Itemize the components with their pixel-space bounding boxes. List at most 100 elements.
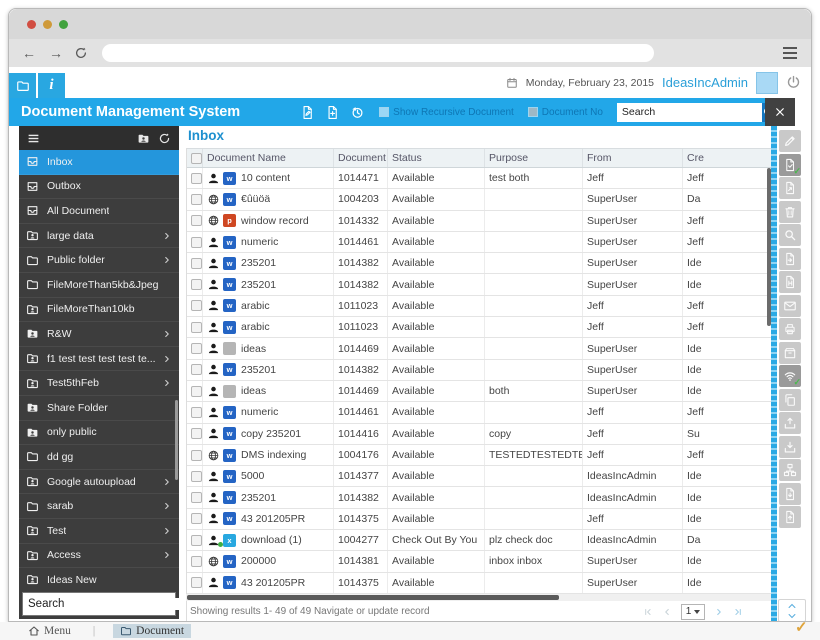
table-row[interactable]: w 235201 1014382 Available SuperUser Ide bbox=[187, 359, 771, 381]
col-status[interactable]: Status bbox=[388, 149, 485, 167]
import-document-button[interactable] bbox=[779, 506, 801, 528]
sidebar-item-google-autoupload[interactable]: Google autoupload bbox=[19, 470, 179, 495]
row-checkbox[interactable] bbox=[191, 449, 202, 461]
sidebar-item-r-w[interactable]: R&W bbox=[19, 322, 179, 347]
table-row[interactable]: w DMS indexing 1004176 Available TESTEDTESTE… bbox=[187, 444, 771, 467]
table-row[interactable]: w 200000 1014381 Available inbox inbox SuperU… bbox=[187, 551, 771, 573]
publish-document-button[interactable]: ✓ bbox=[779, 365, 801, 387]
upload-document-button[interactable] bbox=[779, 412, 801, 434]
delete-document-button[interactable] bbox=[779, 200, 801, 223]
row-checkbox[interactable] bbox=[191, 385, 202, 397]
table-row[interactable]: p window record 1014332 Available SuperUser J… bbox=[187, 210, 771, 232]
taskbar-document[interactable]: Document bbox=[113, 624, 192, 638]
row-checkbox[interactable] bbox=[191, 534, 202, 546]
forward-document-button[interactable] bbox=[779, 177, 801, 199]
table-row[interactable]: w 43 201205PR 1014375 Available Jeff Ide bbox=[187, 508, 771, 531]
table-row[interactable]: w arabic 1011023 Available Jeff Jeff bbox=[187, 295, 771, 318]
row-checkbox[interactable] bbox=[191, 492, 202, 504]
sidebar-item-sarab[interactable]: sarab bbox=[19, 494, 179, 519]
sidebar-item-f1-test-test-test-test-te[interactable]: f1 test test test test te... bbox=[19, 347, 179, 372]
sidebar-item-filemorethan5kb-jpeg[interactable]: FileMoreThan5kb&Jpeg bbox=[19, 273, 179, 298]
col-created[interactable]: Cre bbox=[683, 149, 771, 167]
checkbox-icon[interactable] bbox=[379, 107, 390, 117]
shared-folder-icon[interactable] bbox=[137, 132, 150, 145]
download-document-button[interactable] bbox=[779, 435, 801, 458]
print-document-button[interactable] bbox=[779, 318, 801, 340]
table-row[interactable]: w copy 235201 1014416 Available copy Jeff Su bbox=[187, 423, 771, 445]
row-checkbox[interactable] bbox=[191, 193, 202, 205]
workflow-button[interactable] bbox=[779, 459, 801, 481]
document-properties-button[interactable] bbox=[779, 271, 801, 293]
sidebar-item-large-data[interactable]: large data bbox=[19, 224, 179, 249]
sidebar-item-access[interactable]: Access bbox=[19, 544, 179, 569]
power-icon[interactable] bbox=[786, 75, 801, 90]
row-checkbox[interactable] bbox=[191, 406, 202, 418]
row-checkbox[interactable] bbox=[191, 236, 202, 248]
history-icon[interactable] bbox=[350, 105, 365, 120]
row-checkbox[interactable] bbox=[191, 215, 202, 227]
add-document-icon[interactable] bbox=[325, 105, 340, 120]
prev-page-icon[interactable] bbox=[662, 607, 672, 617]
sidebar-item-all-document[interactable]: All Document bbox=[19, 199, 179, 224]
export-document-button[interactable] bbox=[779, 482, 801, 505]
sidebar-item-test[interactable]: Test bbox=[19, 519, 179, 544]
panel-scrollbar-strip[interactable] bbox=[771, 126, 777, 621]
row-checkbox[interactable] bbox=[191, 470, 202, 482]
browser-menu-icon[interactable] bbox=[783, 47, 797, 59]
sidebar-item-filemorethan10kb[interactable]: FileMoreThan10kb bbox=[19, 298, 179, 323]
collapse-menu-icon[interactable] bbox=[27, 132, 40, 145]
reload-icon[interactable] bbox=[74, 46, 88, 60]
table-row[interactable]: w €ûüöä 1004203 Available SuperUser Da bbox=[187, 189, 771, 211]
row-checkbox[interactable] bbox=[191, 257, 202, 269]
avatar[interactable] bbox=[756, 71, 778, 94]
edit-document-button[interactable] bbox=[779, 130, 801, 152]
col-document-no[interactable]: Document No bbox=[334, 149, 388, 167]
row-checkbox[interactable] bbox=[191, 428, 202, 440]
refresh-icon[interactable] bbox=[158, 132, 171, 145]
back-button[interactable]: ← bbox=[22, 46, 36, 60]
logged-in-user[interactable]: IdeasIncAdmin bbox=[662, 75, 748, 90]
archive-document-button[interactable] bbox=[779, 341, 801, 364]
table-row[interactable]: w 5000 1014377 Available IdeasIncAdmin Ide bbox=[187, 466, 771, 488]
sidebar-item-outbox[interactable]: Outbox bbox=[19, 175, 179, 200]
close-panel-button[interactable] bbox=[765, 98, 795, 126]
table-horizontal-scrollbar[interactable] bbox=[186, 594, 771, 601]
table-row[interactable]: w 235201 1014382 Available IdeasIncAdmin Ide bbox=[187, 487, 771, 509]
header-search-input[interactable] bbox=[616, 102, 762, 122]
last-page-icon[interactable] bbox=[733, 607, 743, 617]
new-document-icon[interactable] bbox=[300, 105, 315, 120]
sidebar-item-dd-gg[interactable]: dd gg bbox=[19, 445, 179, 470]
sidebar-item-only-public[interactable]: only public bbox=[19, 421, 179, 446]
next-page-icon[interactable] bbox=[714, 607, 724, 617]
table-row[interactable]: w arabic 1011023 Available Jeff Jeff bbox=[187, 317, 771, 339]
window-zoom-button[interactable] bbox=[59, 19, 68, 29]
scroll-up-icon[interactable] bbox=[787, 601, 797, 611]
row-checkbox[interactable] bbox=[191, 555, 202, 567]
row-checkbox[interactable] bbox=[191, 577, 202, 589]
copy-document-button[interactable] bbox=[779, 388, 801, 411]
first-page-icon[interactable] bbox=[643, 607, 653, 617]
col-purpose[interactable]: Purpose bbox=[485, 149, 583, 167]
row-checkbox[interactable] bbox=[191, 343, 202, 355]
col-document-name[interactable]: Document Name bbox=[203, 149, 334, 167]
table-row[interactable]: w numeric 1014461 Available SuperUser Jeff bbox=[187, 231, 771, 254]
sidebar-item-public-folder[interactable]: Public folder bbox=[19, 248, 179, 273]
approve-document-button[interactable]: ✓ bbox=[779, 153, 801, 176]
move-document-button[interactable] bbox=[779, 247, 801, 270]
sidebar-item-ideas-new[interactable]: Ideas New bbox=[19, 568, 179, 589]
table-row[interactable]: w 43 201205PR 1014375 Available SuperUser Ide bbox=[187, 572, 771, 594]
row-checkbox[interactable] bbox=[191, 279, 202, 291]
table-row[interactable]: ideas 1014469 Available both SuperUser Ide bbox=[187, 380, 771, 403]
row-checkbox[interactable] bbox=[191, 513, 202, 525]
sidebar-search-input[interactable] bbox=[23, 598, 187, 610]
row-checkbox[interactable] bbox=[191, 364, 202, 376]
forward-button[interactable]: → bbox=[49, 46, 63, 60]
table-row[interactable]: ideas 1014469 Available SuperUser Ide bbox=[187, 338, 771, 360]
select-all-checkbox[interactable] bbox=[191, 152, 202, 164]
taskbar-menu[interactable]: Menu bbox=[28, 625, 71, 637]
tab-documents[interactable] bbox=[9, 73, 36, 98]
sidebar-item-test5thfeb[interactable]: Test5thFeb bbox=[19, 371, 179, 396]
window-minimize-button[interactable] bbox=[43, 19, 52, 29]
row-checkbox[interactable] bbox=[191, 321, 202, 333]
table-row[interactable]: w numeric 1014461 Available Jeff Jeff bbox=[187, 402, 771, 424]
